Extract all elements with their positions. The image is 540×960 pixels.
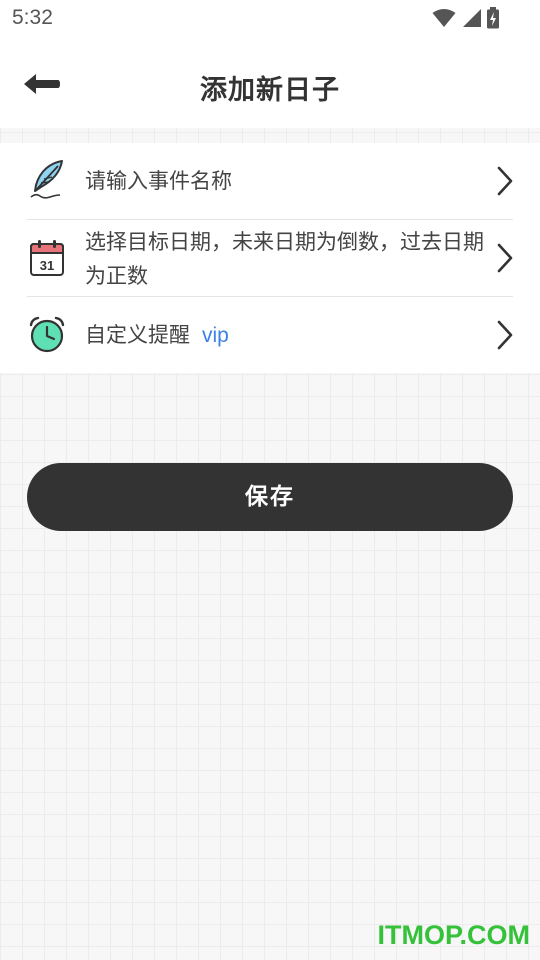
date-row[interactable]: 31 选择目标日期，未来日期为倒数，过去日期为正数 (0, 220, 540, 296)
status-time: 5:32 (12, 6, 53, 29)
form-card: 请输入事件名称 31 选择目标日期，未来日期为倒数，过去日期为正数 自定义提醒 … (0, 143, 540, 373)
battery-charging-icon (486, 7, 500, 33)
chevron-right-icon (496, 166, 514, 196)
feather-pen-icon (28, 159, 66, 199)
reminder-row[interactable]: 自定义提醒 vip (0, 297, 540, 373)
watermark: ITMOP.COM (377, 920, 530, 950)
calendar-day-text: 31 (40, 258, 54, 273)
reminder-label: 自定义提醒 (85, 323, 190, 347)
cellular-signal-icon (460, 8, 482, 32)
wifi-icon (432, 8, 456, 32)
calendar-icon: 31 (28, 238, 66, 278)
status-bar: 5:32 (0, 0, 540, 38)
event-name-input[interactable]: 请输入事件名称 (85, 164, 485, 198)
app-header: 添加新日子 (0, 38, 540, 128)
date-picker-field[interactable]: 选择目标日期，未来日期为倒数，过去日期为正数 (85, 225, 485, 293)
save-button[interactable]: 保存 (27, 463, 513, 531)
page-title: 添加新日子 (200, 75, 340, 106)
chevron-right-icon (496, 243, 514, 273)
status-icons (432, 7, 500, 33)
chevron-right-icon (496, 320, 514, 350)
alarm-clock-icon (28, 315, 66, 355)
vip-badge: vip (202, 324, 229, 347)
reminder-field[interactable]: 自定义提醒 vip (85, 318, 485, 353)
event-name-row[interactable]: 请输入事件名称 (0, 143, 540, 219)
